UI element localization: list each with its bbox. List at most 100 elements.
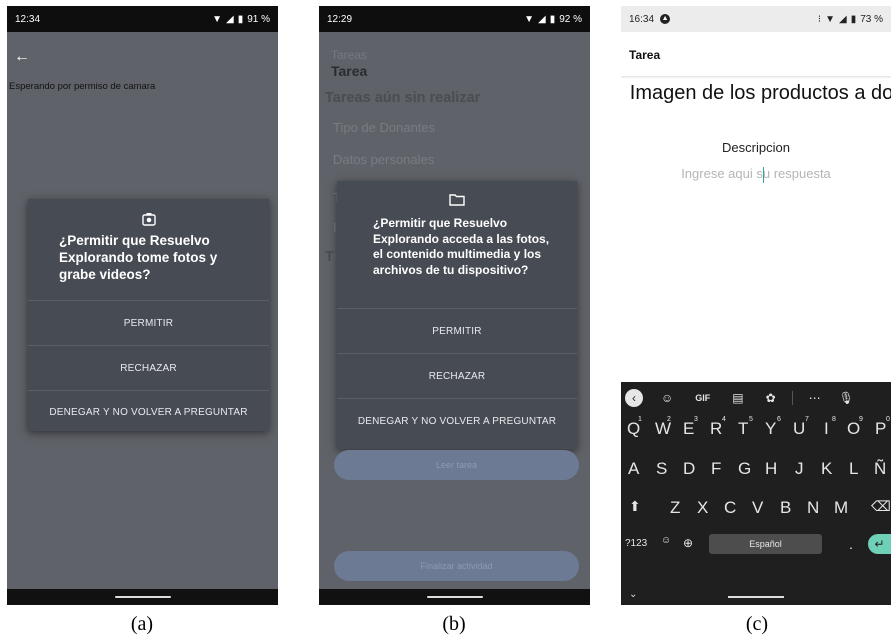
key-a[interactable]: A: [628, 459, 639, 479]
dialog-title: ¿Permitir que Resuelvo Explorando tome f…: [59, 233, 218, 282]
description-label: Descripcion: [722, 140, 790, 155]
caption-b: (b): [442, 613, 466, 635]
key-d[interactable]: D: [683, 459, 695, 479]
navigation-bar: [319, 589, 590, 605]
settings-icon[interactable]: ✿: [766, 391, 776, 405]
enter-key[interactable]: ↵: [868, 534, 891, 554]
hint-7: 7: [805, 416, 809, 423]
task-heading: Imagen de los productos a donar: [629, 82, 891, 104]
hint-1: 1: [638, 416, 642, 423]
key-c[interactable]: C: [724, 498, 736, 518]
key-r[interactable]: R: [710, 419, 722, 439]
key-t[interactable]: T: [738, 419, 748, 439]
more-icon[interactable]: ⋯: [809, 391, 821, 405]
home-indicator[interactable]: [114, 596, 171, 598]
navigation-bar: ⌄: [621, 589, 891, 605]
key-j[interactable]: J: [795, 459, 804, 479]
key-f[interactable]: F: [711, 459, 721, 479]
folder-icon: [337, 193, 577, 206]
list-item-donor-type[interactable]: Tipo de Donantes: [333, 120, 435, 135]
key-m[interactable]: M: [834, 498, 848, 518]
hint-2: 2: [667, 416, 671, 423]
hint-6: 6: [777, 416, 781, 423]
key-h[interactable]: H: [765, 459, 777, 479]
key-p[interactable]: P: [875, 419, 886, 439]
deny-button[interactable]: RECHAZAR: [28, 345, 269, 390]
panel-b: 12:29 ▼ ◢ ▮ 92 % Tareas Tarea Tareas aún…: [319, 6, 590, 605]
battery-level: 73 %: [860, 13, 883, 25]
space-bar[interactable]: Español: [709, 534, 822, 554]
status-bar: 12:29 ▼ ◢ ▮ 92 %: [319, 6, 590, 32]
key-s[interactable]: S: [656, 459, 667, 479]
key-x[interactable]: X: [697, 498, 708, 518]
allow-button[interactable]: PERMITIR: [28, 300, 269, 345]
app-bar-title: Tarea: [629, 48, 661, 62]
home-indicator[interactable]: [426, 596, 483, 598]
text-cursor: [763, 167, 764, 183]
dialog-title: ¿Permitir que Resuelvo Explorando acceda…: [373, 216, 550, 277]
battery-icon: ▮: [237, 13, 244, 25]
home-indicator[interactable]: [728, 596, 784, 598]
key-y[interactable]: Y: [765, 419, 776, 439]
period-key[interactable]: .: [849, 536, 853, 552]
divider: [791, 391, 793, 405]
wifi-icon: ▼: [524, 13, 534, 25]
back-arrow-icon[interactable]: ←: [14, 48, 30, 66]
waiting-text: Esperando por permiso de camara: [9, 81, 156, 92]
microphone-icon[interactable]: 🎙: [839, 391, 854, 405]
keyboard: ‹ ☺ GIF ▤ ✿ ⋯ 🎙 Q W E R T Y U I O P 1 2 …: [621, 382, 891, 589]
backspace-icon[interactable]: ⌫: [871, 498, 891, 515]
key-e[interactable]: E: [683, 419, 694, 439]
signal-icon: ◢: [537, 13, 546, 25]
camera-icon: [28, 212, 269, 226]
battery-icon: ▮: [549, 13, 556, 25]
globe-icon[interactable]: ⊕: [683, 536, 693, 550]
key-n[interactable]: N: [807, 498, 819, 518]
hint-5: 5: [749, 416, 753, 423]
shift-icon[interactable]: ⬆: [629, 498, 641, 515]
keyboard-toolbar: ‹ ☺ GIF ▤ ✿ ⋯ 🎙: [621, 382, 891, 414]
header-small: Tareas: [331, 48, 368, 62]
panel-c: 16:34 ▲ ⁝ ▼ ◢ ▮ 73 % Tarea Imagen de los…: [621, 6, 891, 605]
status-time: 16:34: [629, 13, 655, 25]
status-time: 12:34: [15, 13, 41, 25]
gif-button[interactable]: GIF: [695, 393, 710, 403]
status-bar: 12:34 ▼ ◢ ▮ 91 %: [7, 6, 278, 32]
header-title: Tarea: [331, 63, 368, 79]
finish-activity-button[interactable]: Finalizar actividad: [334, 551, 579, 581]
key-k[interactable]: K: [821, 459, 832, 479]
read-task-button[interactable]: Leer tarea: [334, 450, 579, 480]
key-b[interactable]: B: [780, 498, 791, 518]
signal-icon: ◢: [225, 13, 234, 25]
deny-forever-button[interactable]: DENEGAR Y NO VOLVER A PREGUNTAR: [337, 398, 577, 444]
emoji-key[interactable]: ☺: [661, 535, 671, 546]
section-partial: T: [325, 249, 334, 265]
key-z[interactable]: Z: [670, 498, 680, 518]
key-v[interactable]: V: [752, 498, 763, 518]
allow-button[interactable]: PERMITIR: [337, 308, 577, 353]
list-item-personal-data[interactable]: Datos personales: [333, 152, 434, 167]
sticker-icon[interactable]: ☺: [661, 391, 673, 405]
app-bar: Tarea: [621, 32, 891, 76]
wifi-icon: ▼: [212, 13, 222, 25]
collapse-icon[interactable]: ‹: [625, 389, 643, 407]
hint-8: 8: [832, 416, 836, 423]
hide-keyboard-icon[interactable]: ⌄: [629, 589, 637, 600]
key-n-tilde[interactable]: Ñ: [874, 459, 886, 479]
answer-input[interactable]: Ingrese aqui su respuesta: [621, 166, 891, 181]
deny-button[interactable]: RECHAZAR: [337, 353, 577, 398]
caption-a: (a): [130, 613, 154, 635]
key-row-4: ?123 ☺ ⊕ Español . ↵: [621, 534, 891, 556]
clipboard-icon[interactable]: ▤: [732, 391, 743, 405]
deny-forever-button[interactable]: DENEGAR Y NO VOLVER A PREGUNTAR: [28, 390, 269, 434]
key-l[interactable]: L: [849, 459, 858, 479]
key-i[interactable]: I: [824, 419, 829, 439]
key-u[interactable]: U: [793, 419, 805, 439]
battery-level: 92 %: [559, 13, 582, 25]
storage-permission-dialog: ¿Permitir que Resuelvo Explorando acceda…: [337, 181, 577, 449]
numbers-key[interactable]: ?123: [625, 538, 647, 549]
hint-9: 9: [859, 416, 863, 423]
battery-level: 91 %: [247, 13, 270, 25]
wifi-icon: ▼: [825, 13, 835, 25]
key-g[interactable]: G: [738, 459, 751, 479]
